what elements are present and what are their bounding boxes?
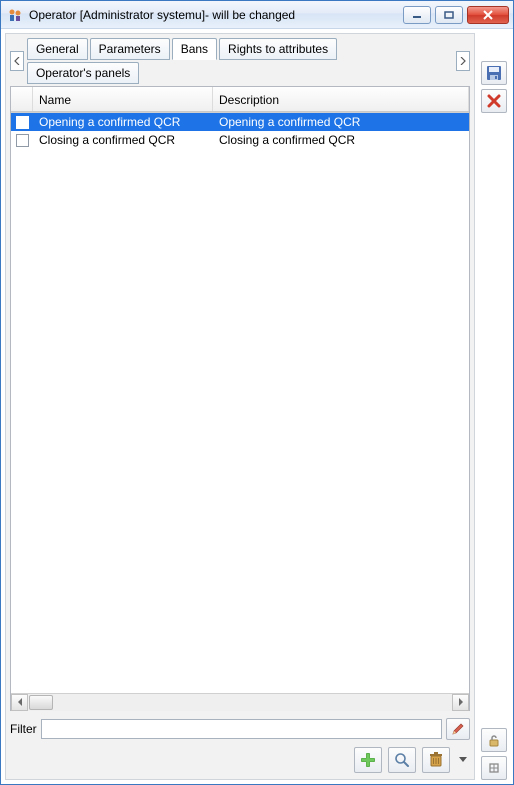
delete-dropdown[interactable] — [456, 747, 470, 773]
chevron-down-icon — [459, 757, 467, 763]
row-checkbox[interactable] — [16, 134, 29, 147]
titlebar: Operator [Administrator systemu]- will b… — [1, 1, 513, 29]
lock-button[interactable] — [481, 728, 507, 752]
tab-label: Parameters — [99, 42, 161, 56]
tab-scroll-right[interactable] — [456, 51, 470, 71]
tab-scroll-left[interactable] — [10, 51, 24, 71]
pin-icon — [487, 761, 501, 775]
scroll-left-arrow[interactable] — [11, 694, 28, 711]
window-frame: Operator [Administrator systemu]- will b… — [0, 0, 514, 785]
tabs-row: General Parameters Bans Rights to attrib… — [10, 38, 470, 84]
filter-input[interactable] — [41, 719, 442, 739]
window-buttons — [403, 6, 509, 24]
body-area: General Parameters Bans Rights to attrib… — [1, 29, 513, 784]
col-header-description[interactable]: Description — [213, 87, 469, 112]
pin-button[interactable] — [481, 756, 507, 780]
save-button[interactable] — [481, 61, 507, 85]
col-header-check[interactable] — [11, 87, 33, 112]
bottom-toolbar — [10, 747, 470, 775]
trash-icon — [429, 752, 443, 768]
table-row[interactable]: Opening a confirmed QCR Opening a confir… — [11, 113, 469, 131]
table-header: Name Description — [11, 87, 469, 113]
scroll-track[interactable] — [28, 694, 452, 711]
bans-table: Name Description Opening a confirmed QCR… — [10, 86, 470, 711]
main-column: General Parameters Bans Rights to attrib… — [5, 33, 475, 780]
close-button[interactable] — [467, 6, 509, 24]
tab-panels[interactable]: Operator's panels — [27, 62, 139, 84]
minimize-button[interactable] — [403, 6, 431, 24]
filter-row: Filter — [10, 717, 470, 741]
tab-label: General — [36, 42, 79, 56]
save-icon — [486, 65, 502, 81]
lock-icon — [487, 733, 501, 747]
tab-general[interactable]: General — [27, 38, 88, 60]
horizontal-scrollbar[interactable] — [11, 693, 469, 710]
col-header-name[interactable]: Name — [33, 87, 213, 112]
magnify-icon — [394, 752, 410, 768]
cell-description: Opening a confirmed QCR — [219, 115, 360, 129]
cancel-button[interactable] — [481, 89, 507, 113]
tab-parameters[interactable]: Parameters — [90, 38, 170, 60]
cell-name: Closing a confirmed QCR — [39, 133, 175, 147]
scroll-right-arrow[interactable] — [452, 694, 469, 711]
tab-label: Bans — [181, 42, 208, 56]
delete-x-icon — [487, 94, 501, 108]
delete-button[interactable] — [422, 747, 450, 773]
row-checkbox[interactable] — [16, 116, 29, 129]
table-body: Opening a confirmed QCR Opening a confir… — [11, 113, 469, 693]
pencil-icon — [451, 722, 465, 736]
add-button[interactable] — [354, 747, 382, 773]
tab-label: Rights to attributes — [228, 42, 328, 56]
side-toolbar — [479, 33, 509, 780]
cell-name: Opening a confirmed QCR — [39, 115, 180, 129]
scroll-thumb[interactable] — [29, 695, 53, 710]
table-row[interactable]: Closing a confirmed QCR Closing a confir… — [11, 131, 469, 149]
tab-bans[interactable]: Bans — [172, 38, 217, 60]
tab-label: Operator's panels — [36, 66, 130, 80]
tab-rights[interactable]: Rights to attributes — [219, 38, 337, 60]
add-icon — [360, 752, 376, 768]
search-button[interactable] — [388, 747, 416, 773]
window-title: Operator [Administrator systemu]- will b… — [29, 8, 397, 22]
cell-description: Closing a confirmed QCR — [219, 133, 355, 147]
tabs: General Parameters Bans Rights to attrib… — [27, 38, 450, 84]
filter-edit-button[interactable] — [446, 718, 470, 740]
filter-label: Filter — [10, 722, 37, 736]
app-icon — [7, 7, 23, 23]
maximize-button[interactable] — [435, 6, 463, 24]
